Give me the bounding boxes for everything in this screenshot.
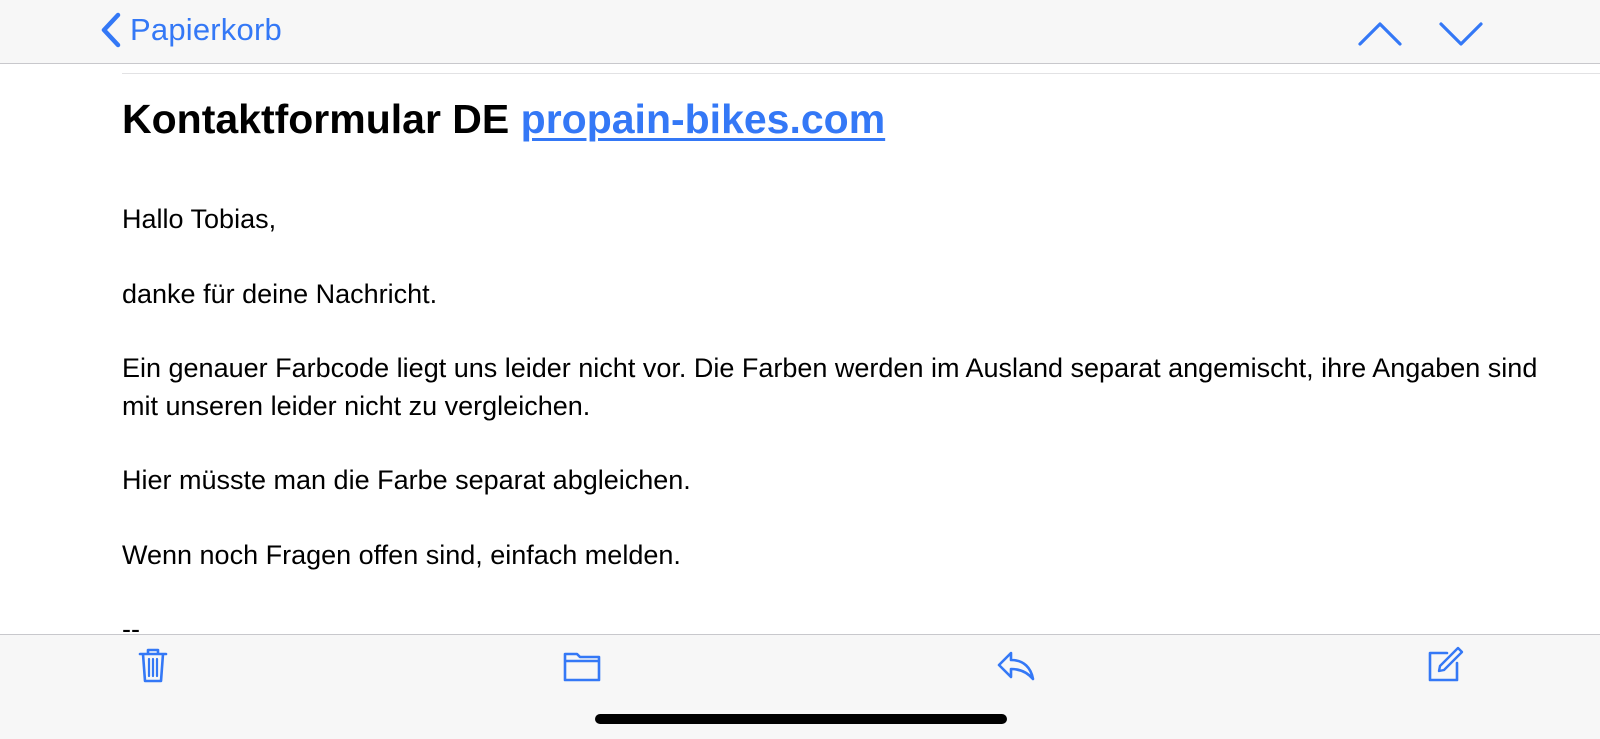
back-button[interactable]: Papierkorb [100, 8, 282, 52]
message-subject: Kontaktformular DE propain-bikes.com [122, 96, 885, 143]
body-paragraph-compare: Hier müsste man die Farbe separat abglei… [122, 465, 691, 495]
chevron-up-icon [1357, 16, 1403, 50]
header-divider [122, 73, 1600, 74]
move-to-folder-button[interactable] [562, 645, 602, 685]
reply-icon [996, 645, 1036, 685]
body-paragraph-thanks: danke für deine Nachricht. [122, 279, 438, 309]
reply-button[interactable] [996, 645, 1036, 685]
body-paragraph-questions: Wenn noch Fragen offen sind, einfach mel… [122, 540, 681, 570]
trash-icon [133, 645, 173, 685]
body-signature-separator: -- [122, 614, 140, 634]
next-message-button[interactable] [1438, 16, 1484, 50]
compose-button[interactable] [1425, 645, 1465, 685]
compose-icon [1425, 645, 1465, 685]
back-button-label: Papierkorb [130, 12, 282, 47]
message-content[interactable]: Kontaktformular DE propain-bikes.com Hal… [0, 64, 1600, 634]
chevron-left-icon [100, 12, 122, 48]
delete-button[interactable] [133, 645, 173, 685]
home-indicator[interactable] [595, 714, 1007, 724]
chevron-down-icon [1438, 16, 1484, 50]
navigation-bar: Papierkorb [0, 0, 1600, 64]
folder-icon [562, 645, 602, 685]
subject-link[interactable]: propain-bikes.com [521, 96, 886, 142]
subject-text: Kontaktformular DE [122, 96, 521, 142]
body-paragraph-color-code: Ein genauer Farbcode liegt uns leider ni… [122, 353, 1538, 421]
previous-message-button[interactable] [1357, 16, 1403, 50]
mail-message-screen: Papierkorb Kontaktformular DE propain-bi… [0, 0, 1600, 739]
body-paragraph-greeting: Hallo Tobias, [122, 204, 277, 234]
